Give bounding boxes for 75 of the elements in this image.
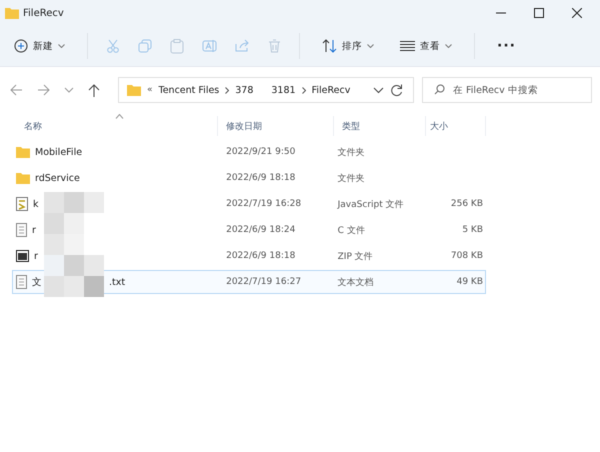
refresh-icon[interactable]: [390, 84, 403, 96]
column-header[interactable]: 大小: [426, 116, 486, 136]
folder-icon: [16, 146, 30, 158]
breadcrumb[interactable]: 378: [235, 84, 254, 96]
file-row[interactable]: r 2022/6/9 18:24 C 文件 5 KB: [12, 218, 486, 242]
file-size: 5 KB: [462, 225, 483, 235]
file-name: 文: [32, 276, 42, 288]
modified-date: 2022/7/19 16:27: [225, 277, 302, 287]
column-header[interactable]: 名称: [12, 116, 218, 136]
file-name: r: [34, 250, 38, 262]
close-icon[interactable]: [572, 8, 582, 18]
paste-icon[interactable]: [170, 38, 184, 54]
modified-date: 2022/7/19 16:28: [225, 199, 302, 209]
file-size: 49 KB: [456, 277, 483, 287]
maximize-icon[interactable]: [534, 8, 544, 18]
file-size: 708 KB: [450, 251, 483, 261]
sort-caret-icon: [115, 114, 124, 119]
file-type: JavaScript 文件: [336, 198, 405, 210]
file-size: 256 KB: [450, 199, 483, 209]
file-row[interactable]: rdService 2022/6/9 18:18 文件夹: [12, 166, 486, 190]
folder-icon: [5, 7, 19, 19]
rename-icon[interactable]: [202, 39, 217, 53]
cut-icon[interactable]: [106, 39, 120, 53]
overflow-chevron[interactable]: «: [147, 85, 153, 95]
back-icon[interactable]: [10, 84, 23, 96]
file-name: MobileFile: [35, 146, 82, 158]
file-icon: [16, 275, 27, 289]
script-file-icon: [16, 197, 28, 211]
file-type: ZIP 文件: [336, 250, 374, 262]
file-name: rdService: [35, 172, 80, 184]
chevron-right-icon: [302, 86, 306, 94]
file-row[interactable]: MobileFile 2022/9/21 9:50 文件夹: [12, 140, 486, 164]
up-icon[interactable]: [88, 84, 100, 96]
caret-icon: [445, 44, 452, 48]
file-row[interactable]: k 2022/7/19 16:28 JavaScript 文件 256 KB: [12, 192, 486, 216]
column-header[interactable]: 修改日期: [218, 116, 334, 136]
modified-date: 2022/9/21 9:50: [225, 147, 296, 157]
file-extension: .txt: [109, 276, 126, 288]
view-button[interactable]: 查看: [396, 36, 456, 56]
modified-date: 2022/6/9 18:18: [225, 251, 296, 261]
more-button[interactable]: ···: [493, 35, 520, 57]
archive-file-icon: [16, 250, 29, 262]
caret-icon: [58, 44, 65, 48]
breadcrumb[interactable]: FileRecv: [312, 84, 350, 96]
modified-date: 2022/6/9 18:24: [225, 225, 296, 235]
search-field[interactable]: 在 FileRecv 中搜索: [422, 77, 592, 103]
copy-icon[interactable]: [138, 39, 152, 53]
file-icon: [16, 223, 27, 237]
folder-icon: [127, 84, 141, 96]
file-name: r: [32, 224, 36, 236]
file-type: 文本文档: [336, 276, 375, 288]
file-type: 文件夹: [336, 172, 366, 184]
column-header[interactable]: 类型: [334, 116, 426, 136]
search-icon: [434, 84, 445, 95]
sort-button[interactable]: 排序: [318, 36, 378, 56]
file-type: 文件夹: [336, 146, 366, 158]
plus-icon: [14, 39, 28, 53]
sort-icon: [322, 39, 337, 53]
address-bar[interactable]: « Tencent Files 378 3181 FileRecv: [118, 77, 414, 103]
chevron-down-icon[interactable]: [373, 86, 384, 94]
breadcrumb[interactable]: Tencent Files: [158, 84, 220, 96]
share-icon[interactable]: [235, 39, 250, 53]
folder-icon: [16, 172, 30, 184]
modified-date: 2022/6/9 18:18: [225, 173, 296, 183]
breadcrumb[interactable]: 3181: [271, 84, 296, 96]
list-view-icon: [400, 40, 415, 52]
forward-icon[interactable]: [37, 84, 50, 96]
chevron-right-icon: [225, 86, 230, 94]
caret-icon: [367, 44, 374, 48]
file-type: C 文件: [336, 224, 366, 236]
delete-icon[interactable]: [268, 39, 281, 53]
new-button[interactable]: 新建: [10, 36, 69, 56]
file-name: k: [33, 198, 39, 210]
file-row[interactable]: r 2022/6/9 18:18 ZIP 文件 708 KB: [12, 244, 486, 268]
window-title: FileRecv: [23, 8, 64, 18]
